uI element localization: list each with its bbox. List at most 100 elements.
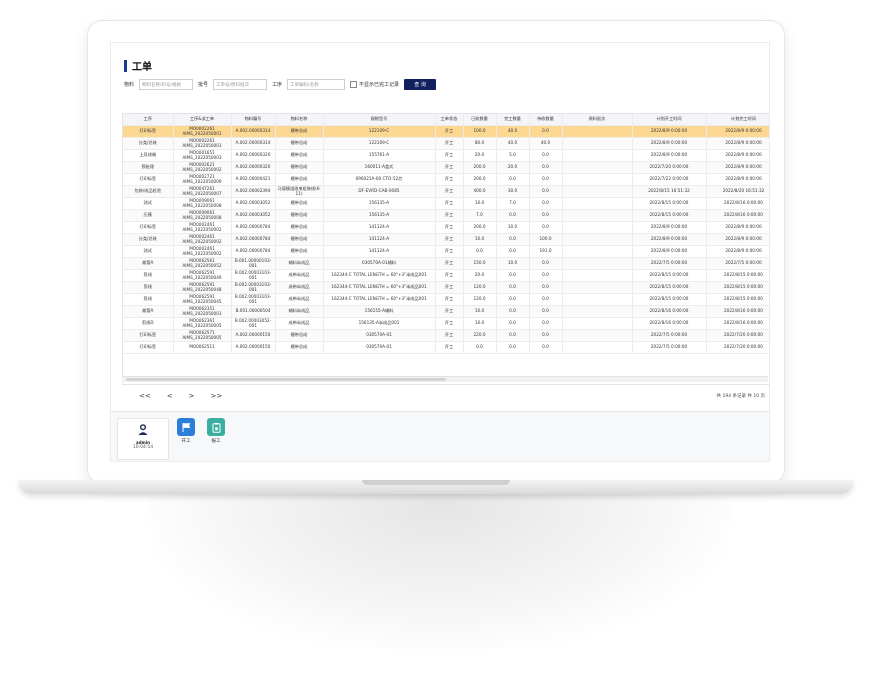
table-row[interactable]: 打印标签 MO0062571 AIMS_2022050005 A.002.00000…: [123, 329, 769, 342]
table-cell: 155761-A: [323, 149, 436, 162]
last-page-button[interactable]: >>: [210, 392, 222, 400]
table-cell: MO0062591 AIMS_2022050049: [173, 269, 232, 282]
column-header[interactable]: 物料编号: [231, 114, 276, 126]
table-row[interactable]: 剪线 MO0062591 AIMS_2022050045 B.002.0000310…: [123, 293, 769, 306]
table-cell: 2022/8/16 0:00:00: [706, 317, 769, 330]
table-cell: [562, 125, 633, 138]
table-cell: 0.0: [529, 281, 563, 294]
hide-completed-checkbox[interactable]: [350, 81, 358, 88]
column-header[interactable]: 已收数量: [463, 114, 497, 126]
table-cell: 120.0: [463, 293, 497, 306]
table-cell: A.002.00003052: [231, 209, 276, 222]
scrollbar-thumb[interactable]: [126, 378, 446, 381]
table-cell: 30.0: [496, 185, 530, 198]
table-row[interactable]: 上导线端 MO0001651 AIMS_2022050003 A.002.00000…: [123, 149, 769, 162]
table-cell: 成带半成品: [275, 269, 324, 282]
column-header[interactable]: 完工数量: [496, 114, 530, 126]
table-cell: 030570A-01: [323, 341, 436, 354]
table-row[interactable]: 打印标签 MO0062511 A.002.00000150 缠带总成 030570A-0…: [123, 341, 769, 354]
table-row[interactable]: 裁管A MO0062351 AIMS_2022050001 B.001.000005…: [123, 305, 769, 318]
table-cell: 156135-A: [323, 209, 436, 222]
next-page-button[interactable]: >: [189, 392, 195, 400]
table-cell: 10.0: [496, 221, 530, 234]
table-row[interactable]: 分类/总装 MO0002261 AIMS_2022050001 A.002.0000…: [123, 137, 769, 150]
table-cell: [562, 233, 633, 246]
column-header[interactable]: 物料名称: [275, 114, 324, 126]
table-cell: [562, 149, 633, 162]
table-cell: 0.0: [463, 245, 497, 258]
table-cell: 剪线: [123, 281, 174, 294]
table-row[interactable]: 打印标签 MO0002461 AIMS_2022050002 A.002.00000…: [123, 221, 769, 234]
column-header[interactable]: 工序: [123, 114, 174, 126]
flag-icon[interactable]: [177, 418, 195, 436]
table-cell: 0.0: [529, 305, 563, 318]
table-cell: 20.0: [496, 161, 530, 174]
table-cell: 0.0: [529, 329, 563, 342]
table-cell: 开工: [435, 293, 464, 306]
prev-page-button[interactable]: <: [167, 392, 173, 400]
table-row[interactable]: 测试 MO0009061 AIMS_2022050008 A.002.0000305…: [123, 197, 769, 210]
table-cell: 0.0: [529, 161, 563, 174]
table-cell: 400.0: [463, 185, 497, 198]
table-cell: 7.0: [463, 209, 497, 222]
table-cell: 2022/8/9 0:00:00: [632, 245, 707, 258]
table-cell: 10.0: [463, 197, 497, 210]
query-button[interactable]: 查 询: [404, 79, 437, 90]
table-cell: 2022/8/9 0:00:00: [632, 125, 707, 138]
hide-completed-toggle[interactable]: 不显示已完工记录: [350, 81, 399, 88]
clipboard-icon[interactable]: [207, 418, 225, 436]
table-row[interactable]: 剪线D MO0062361 AIMS_2022050005 B.002.000030…: [123, 317, 769, 330]
table-cell: MO0001651 AIMS_2022050003: [173, 149, 232, 162]
table-row[interactable]: 剪线 MO0062591 AIMS_2022050049 B.002.0000310…: [123, 269, 769, 282]
table-row[interactable]: 包装/成品检验 MO0047261 AIMS_2022050007 A.002.00…: [123, 185, 769, 198]
table-cell: 成带半成品: [275, 317, 324, 330]
column-header[interactable]: 工序&派工单: [173, 114, 232, 126]
table-row[interactable]: 打印标签 MO0002721 AIMS_2022050009 A.002.00000…: [123, 173, 769, 186]
table-cell: 090021A-00 CTO-52芯: [323, 173, 436, 186]
table-row[interactable]: 剪线 MO0062591 AIMS_2022050048 B.002.0000310…: [123, 281, 769, 294]
table-cell: 2022/8/9 0:00:00: [632, 233, 707, 246]
horizontal-scrollbar[interactable]: [122, 376, 768, 382]
hide-completed-label: 不显示已完工记录: [359, 82, 400, 88]
batch-label: 批号: [198, 82, 209, 88]
table-cell: 0.0: [496, 305, 530, 318]
first-page-button[interactable]: <<: [139, 392, 151, 400]
batch-input[interactable]: 工单号/原料批次: [213, 79, 268, 90]
table-cell: A.002.00000421: [231, 173, 276, 186]
table-row[interactable]: 测试 MO0002461 AIMS_2022050002 A.002.0000078…: [123, 245, 769, 258]
pagination: << < > >>: [139, 392, 222, 400]
table-row[interactable]: 分类/总装 MO0002461 AIMS_2022050002 A.002.0000…: [123, 233, 769, 246]
column-header[interactable]: 规格型号: [323, 114, 436, 126]
user-card: admin 10:04:54: [117, 418, 169, 460]
table-cell: MO0062511: [173, 341, 232, 354]
table-cell: 0.0: [529, 221, 563, 234]
table-cell: 开工: [435, 125, 464, 138]
step-input[interactable]: 工单编码/名称: [287, 79, 346, 90]
table-cell: 2022/8/9 0:00:00: [706, 137, 769, 150]
table-row[interactable]: 压模 MO0009061 AIMS_2022050008 A.002.0000305…: [123, 209, 769, 222]
column-header[interactable]: 计划开工时间: [632, 114, 707, 126]
table-cell: 2022/8/9 0:00:00: [706, 233, 769, 246]
table-cell: 开工: [435, 233, 464, 246]
table-cell: 0.0: [496, 293, 530, 306]
table-cell: 开工: [435, 197, 464, 210]
flag-glyph: [182, 422, 190, 432]
table-cell: 马德模组线束组装线(K-11): [275, 185, 324, 198]
table-cell: 缠带总成: [275, 209, 324, 222]
column-header[interactable]: 待收数量: [529, 114, 563, 126]
report-work-button[interactable]: 报工: [204, 418, 228, 444]
table-cell: 2022/8/9 0:00:00: [706, 149, 769, 162]
column-header[interactable]: 计划完工时间: [706, 114, 769, 126]
table-cell: 剪线: [123, 293, 174, 306]
table-row[interactable]: 打印标签 MO0002261 AIMS_2022050001 A.002.00000…: [123, 125, 769, 138]
table-cell: 0.0: [529, 125, 563, 138]
column-header[interactable]: 工单状态: [435, 114, 464, 126]
table-cell: 2022/8/15 0:00:00: [632, 269, 707, 282]
material-input[interactable]: 物料名称/料号/规格: [139, 79, 194, 90]
column-header[interactable]: 原料批次: [562, 114, 633, 126]
table-cell: 0.0: [496, 317, 530, 330]
table-row[interactable]: 预处理 MO0002621 AIMS_2022050002 A.002.000003…: [123, 161, 769, 174]
footer-panel: admin 10:04:54 开工 报工: [111, 411, 769, 461]
start-work-button[interactable]: 开工: [174, 418, 198, 444]
table-row[interactable]: 裁管A MO0062561 AIMS_2022050052 B.001.000001…: [123, 257, 769, 270]
